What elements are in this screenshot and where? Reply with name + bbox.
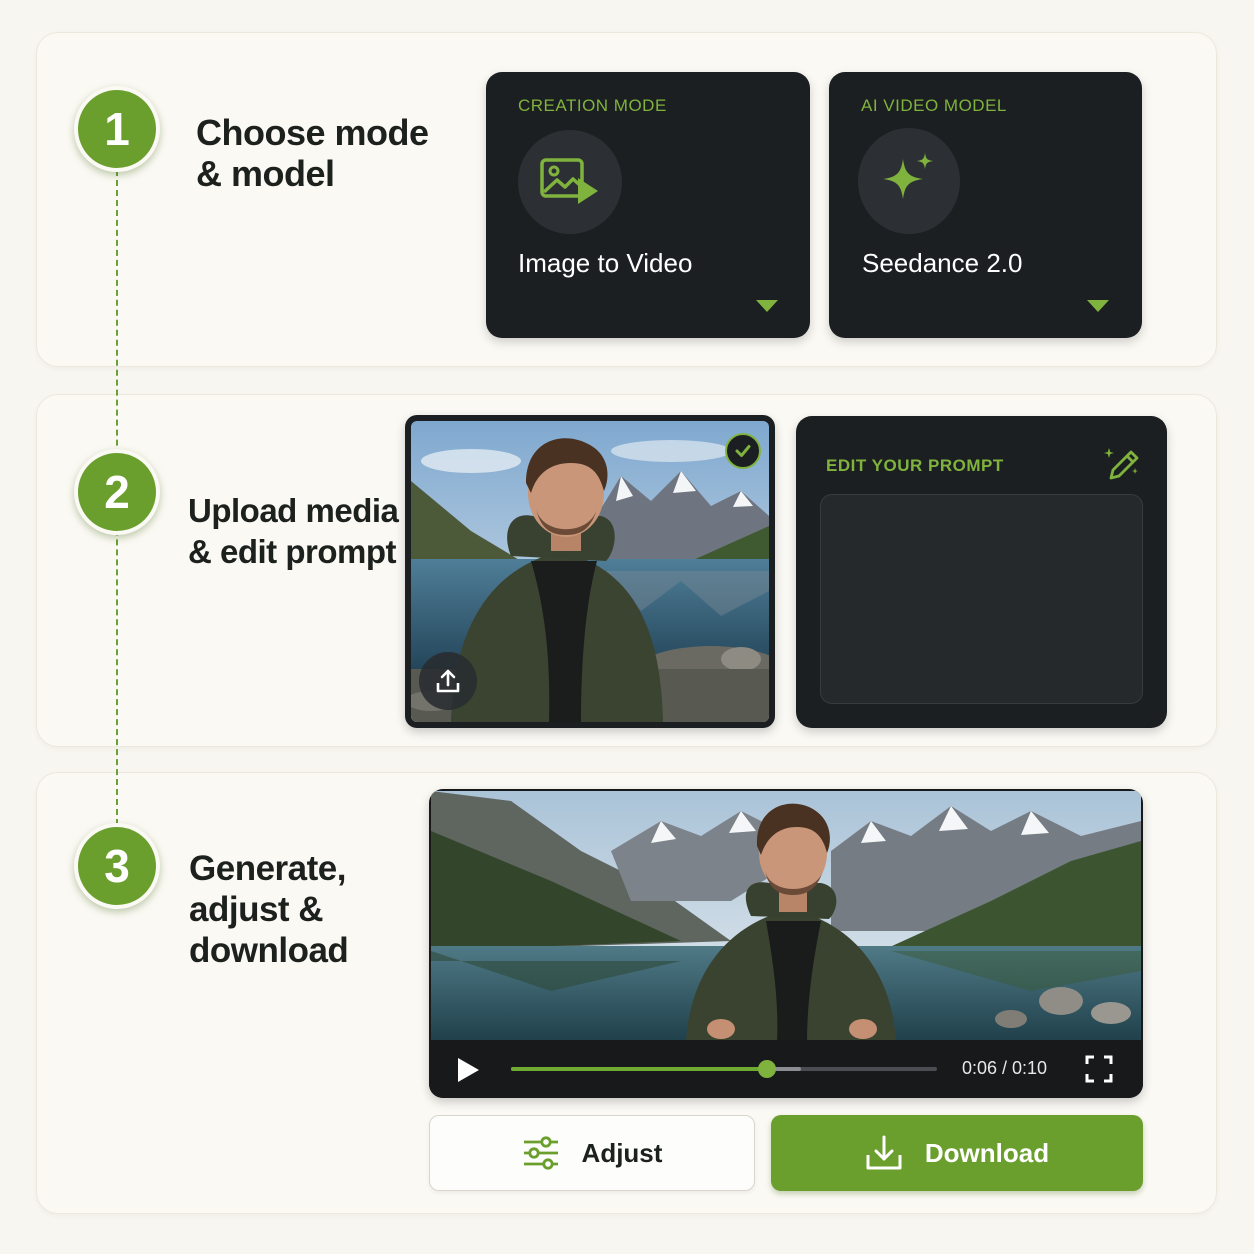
chevron-down-icon[interactable] [1087,300,1109,312]
adjust-label: Adjust [581,1137,663,1168]
upload-button[interactable] [419,652,477,710]
download-button[interactable]: Download [771,1115,1143,1191]
check-icon [735,445,751,457]
time-display: 0:06 / 0:10 [962,1058,1048,1078]
pencil-sparkle-icon[interactable] [1101,444,1141,484]
sliders-icon [523,1136,558,1170]
progress-fill [511,1067,767,1071]
upload-icon [436,669,460,693]
creation-mode-value: Image to Video [518,248,693,278]
progress-thumb[interactable] [757,1060,776,1078]
prompt-textarea[interactable] [820,494,1143,704]
step-1-title: Choose mode & model [196,112,429,194]
player-controls: 0:06 / 0:10 [429,1040,1143,1098]
prompt-label: EDIT YOUR PROMPT [826,456,1004,475]
step-1-number: 1 [74,86,160,172]
step-2-title: Upload media & edit prompt [188,492,399,570]
ai-model-icon-badge [858,128,960,234]
progress-bar[interactable] [511,1060,937,1078]
ai-model-label: AI VIDEO MODEL [861,96,1007,115]
ai-model-dropdown[interactable]: AI VIDEO MODEL Seedance 2.0 [829,72,1142,338]
selected-check-badge [725,433,761,469]
image-play-icon [540,158,598,204]
play-icon[interactable] [455,1056,481,1084]
generated-video-frame [431,791,1141,1043]
creation-mode-dropdown[interactable]: CREATION MODE Image to Video [486,72,810,338]
step-2-number: 2 [74,449,160,535]
step-3-number: 3 [74,823,160,909]
creation-mode-label: CREATION MODE [518,96,667,115]
sparkle-icon [883,153,933,199]
uploaded-media-preview[interactable] [405,415,775,728]
prompt-editor-panel: EDIT YOUR PROMPT [796,416,1167,728]
creation-mode-icon-badge [518,130,622,234]
video-player[interactable]: 0:06 / 0:10 [429,789,1143,1098]
chevron-down-icon[interactable] [756,300,778,312]
adjust-button[interactable]: Adjust [429,1115,755,1191]
ai-model-value: Seedance 2.0 [862,248,1023,278]
download-label: Download [924,1137,1050,1168]
download-icon [866,1135,902,1170]
fullscreen-icon[interactable] [1084,1054,1114,1084]
step-3-title: Generate, adjust & download [189,849,349,970]
